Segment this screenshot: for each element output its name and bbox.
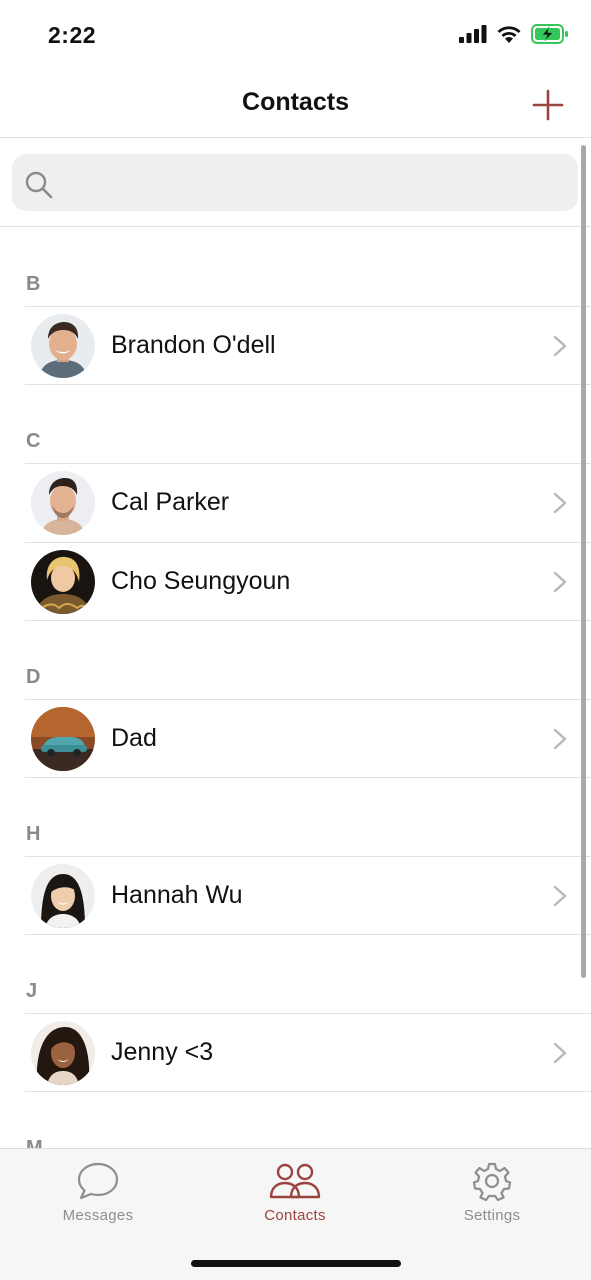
contact-row[interactable]: Dad bbox=[25, 699, 591, 778]
status-bar: 2:22 bbox=[0, 0, 591, 70]
gear-icon bbox=[472, 1162, 512, 1201]
avatar bbox=[31, 471, 95, 535]
tab-messages[interactable]: Messages bbox=[28, 1161, 168, 1224]
tab-settings[interactable]: Settings bbox=[422, 1161, 562, 1224]
home-indicator bbox=[191, 1260, 401, 1267]
section-letter: C bbox=[26, 430, 41, 452]
chevron-right-icon bbox=[553, 492, 567, 514]
contact-row[interactable]: Jenny <3 bbox=[25, 1013, 591, 1092]
contact-row[interactable]: Brandon O'dell bbox=[25, 306, 591, 385]
section-j: J Jenny <3 bbox=[0, 935, 591, 1092]
section-c: C Cal Parker Cho Seungyoun bbox=[0, 385, 591, 621]
section-letter: J bbox=[26, 980, 38, 1002]
search-input[interactable] bbox=[12, 154, 578, 211]
chevron-right-icon bbox=[553, 335, 567, 357]
tab-label: Settings bbox=[463, 1207, 521, 1224]
avatar bbox=[31, 707, 95, 771]
tab-label: Contacts bbox=[264, 1207, 326, 1224]
wifi-icon bbox=[497, 25, 521, 43]
section-header: M bbox=[0, 1092, 591, 1148]
chevron-right-icon bbox=[553, 728, 567, 750]
page-title: Contacts bbox=[242, 88, 349, 116]
chevron-right-icon bbox=[553, 571, 567, 593]
chevron-right-icon bbox=[553, 885, 567, 907]
contact-name: Hannah Wu bbox=[111, 881, 243, 909]
chevron-right-icon bbox=[553, 1042, 567, 1064]
cellular-signal-icon bbox=[459, 25, 487, 43]
contact-name: Jenny <3 bbox=[111, 1038, 214, 1066]
section-header: C bbox=[0, 385, 591, 463]
section-letter: B bbox=[26, 273, 41, 295]
tab-contacts[interactable]: Contacts bbox=[225, 1161, 365, 1224]
search-area bbox=[0, 139, 591, 227]
battery-charging-icon bbox=[531, 24, 568, 44]
section-header: D bbox=[0, 621, 591, 699]
people-icon bbox=[269, 1163, 321, 1199]
plus-icon bbox=[532, 89, 564, 121]
tab-label: Messages bbox=[62, 1207, 134, 1224]
avatar bbox=[31, 550, 95, 614]
section-header: B bbox=[0, 228, 591, 306]
avatar bbox=[31, 1021, 95, 1085]
section-d: D Dad bbox=[0, 621, 591, 778]
section-b: B Brandon O'dell bbox=[0, 228, 591, 385]
status-time: 2:22 bbox=[48, 22, 97, 48]
search-icon bbox=[25, 171, 53, 199]
section-header: J bbox=[0, 935, 591, 1013]
add-contact-button[interactable] bbox=[531, 88, 565, 122]
section-letter: M bbox=[26, 1137, 43, 1148]
contact-name: Cal Parker bbox=[111, 488, 230, 516]
nav-bar: Contacts bbox=[0, 70, 591, 138]
avatar bbox=[31, 314, 95, 378]
contact-name: Dad bbox=[111, 724, 157, 752]
status-icons bbox=[459, 24, 569, 44]
section-header: H bbox=[0, 778, 591, 856]
contact-row[interactable]: Cho Seungyoun bbox=[25, 542, 591, 621]
contact-list[interactable]: B Brandon O'dell C Cal Parker Cho Seungy… bbox=[0, 228, 591, 1148]
chat-bubble-icon bbox=[77, 1162, 119, 1200]
avatar bbox=[31, 864, 95, 928]
scrollbar[interactable] bbox=[581, 145, 586, 978]
section-letter: H bbox=[26, 823, 41, 845]
section-letter: D bbox=[26, 666, 41, 688]
contact-name: Brandon O'dell bbox=[111, 331, 276, 359]
section-h: H Hannah Wu bbox=[0, 778, 591, 935]
contact-row[interactable]: Cal Parker bbox=[25, 463, 591, 542]
contact-row[interactable]: Hannah Wu bbox=[25, 856, 591, 935]
contact-name: Cho Seungyoun bbox=[111, 567, 291, 595]
section-m: M bbox=[0, 1092, 591, 1148]
